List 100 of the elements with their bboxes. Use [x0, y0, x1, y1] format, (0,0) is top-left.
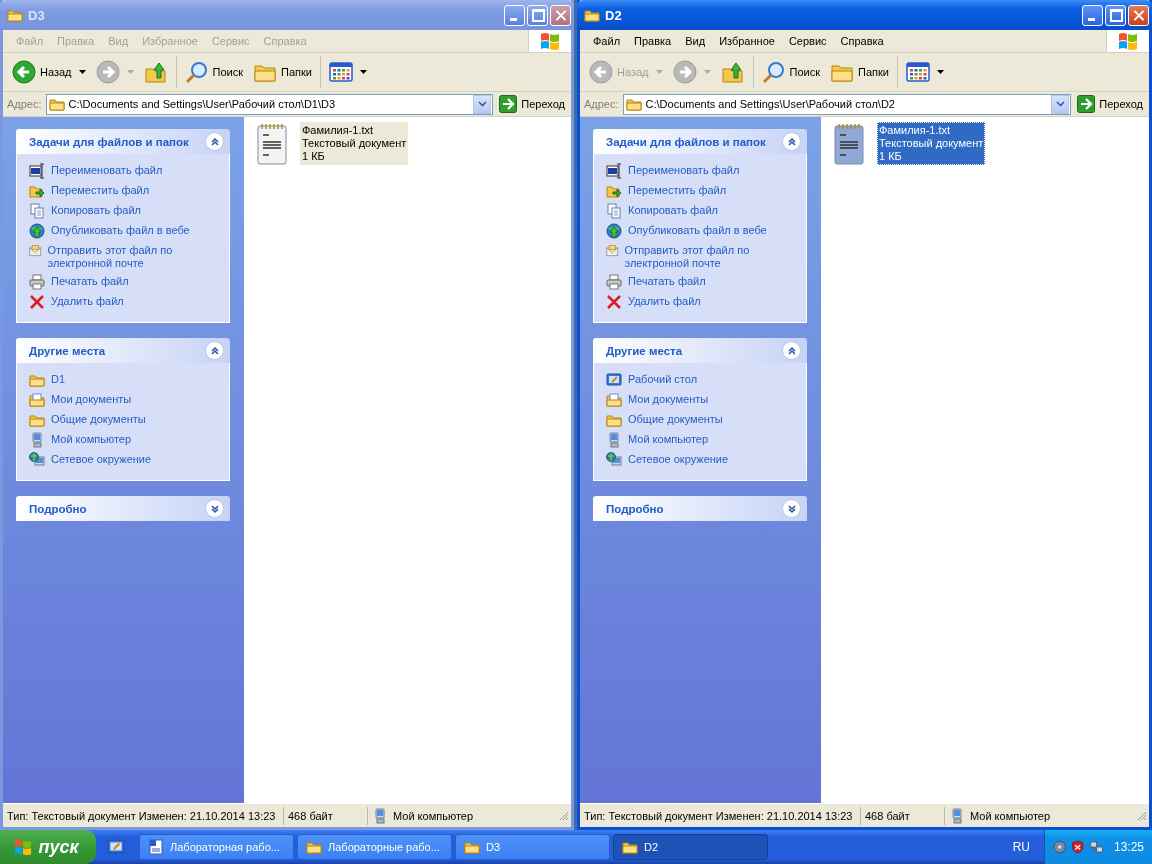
- flag-icon: [539, 31, 561, 51]
- task-link[interactable]: Переименовать файл: [628, 163, 740, 177]
- panel-header[interactable]: Задачи для файлов и папок: [593, 129, 807, 154]
- caret-icon: [78, 70, 86, 74]
- task-link[interactable]: Сетевое окружение: [51, 452, 152, 466]
- task-link[interactable]: Печатать файл: [628, 274, 706, 288]
- menu-item[interactable]: Вид: [678, 33, 713, 49]
- folder-icon: [306, 839, 322, 855]
- network-icon: [1089, 839, 1103, 855]
- pages-icon: [29, 203, 45, 219]
- printer-icon: [606, 274, 622, 290]
- task-link[interactable]: Общие документы: [51, 412, 146, 426]
- task-link[interactable]: Переместить файл: [51, 183, 150, 197]
- caret-icon: [655, 70, 663, 74]
- folder-icon: [48, 96, 65, 112]
- collapse-button[interactable]: [782, 132, 801, 151]
- task-link[interactable]: Копировать файл: [51, 203, 141, 217]
- computer-icon: [29, 432, 45, 448]
- window-title: D2: [605, 7, 622, 23]
- folder-icon: [584, 7, 600, 23]
- task-link[interactable]: Мои документы: [51, 392, 132, 406]
- pages-icon: [606, 203, 622, 219]
- envelope-icon: [606, 243, 619, 259]
- menu-item[interactable]: Избранное: [712, 33, 782, 49]
- dropdown-button[interactable]: [473, 94, 492, 114]
- caret-icon: [936, 70, 944, 74]
- folder-icon: [622, 839, 638, 855]
- folder-up-arrow-icon: [720, 60, 745, 84]
- text-file-icon: [256, 122, 290, 166]
- panel-header[interactable]: Подробно: [593, 496, 807, 521]
- task-link[interactable]: Мой компьютер: [51, 432, 132, 446]
- expand-button[interactable]: [205, 499, 224, 518]
- dropdown-button[interactable]: [1051, 94, 1070, 114]
- resize-grip-icon: [1137, 810, 1147, 821]
- right-arrow-icon: [499, 95, 518, 113]
- screen-icon: [29, 163, 45, 179]
- computer-icon: [949, 807, 965, 824]
- expand-button[interactable]: [782, 499, 801, 518]
- menu-item[interactable]: Правка: [627, 33, 679, 49]
- chevron-down-icon: [477, 101, 487, 107]
- task-link[interactable]: D1: [51, 372, 66, 386]
- go-button[interactable]: Переход: [1075, 95, 1145, 113]
- document-folder-icon: [29, 392, 45, 408]
- folder-arrow-icon: [606, 183, 622, 199]
- task-link[interactable]: Рабочий стол: [628, 372, 698, 386]
- printer-icon: [29, 274, 45, 290]
- start-button[interactable]: пуск: [0, 830, 96, 864]
- close-button[interactable]: [1128, 4, 1149, 26]
- task-link[interactable]: Опубликовать файл в вебе: [628, 223, 767, 237]
- task-link[interactable]: Общие документы: [628, 412, 723, 426]
- task-link[interactable]: Мой компьютер: [628, 432, 709, 446]
- taskbar-button[interactable]: Лабораторная рабо...: [139, 834, 294, 860]
- task-link[interactable]: Отправить этот файл по электронной почте: [624, 243, 800, 270]
- task-link[interactable]: Опубликовать файл в вебе: [51, 223, 190, 237]
- folders-button[interactable]: Папки: [825, 56, 898, 88]
- status-text: Мой компьютер: [393, 809, 474, 822]
- task-link[interactable]: Удалить файл: [628, 294, 701, 308]
- task-link[interactable]: Переместить файл: [628, 183, 727, 197]
- task-link[interactable]: Сетевое окружение: [628, 452, 729, 466]
- task-link[interactable]: Переименовать файл: [51, 163, 163, 177]
- globe-computer-icon: [29, 452, 45, 468]
- minimize-button[interactable]: [1082, 4, 1103, 26]
- file-label[interactable]: Фамилия-1.txt Текстовый документ 1 КБ: [877, 122, 986, 165]
- cross-icon: [606, 294, 622, 310]
- status-text: Тип: Текстовый документ Изменен: 21.10.2014 13:23: [580, 806, 861, 825]
- chevron-down-icon: [1055, 101, 1065, 107]
- taskbar-button[interactable]: D3: [455, 834, 610, 860]
- collapse-button[interactable]: [205, 132, 224, 151]
- task-link[interactable]: Печатать файл: [51, 274, 129, 288]
- globe-computer-icon: [606, 452, 622, 468]
- task-link[interactable]: Отправить этот файл по электронной почте: [47, 243, 223, 270]
- collapse-button[interactable]: [782, 341, 801, 360]
- search-button[interactable]: Поиск: [756, 56, 825, 88]
- task-link[interactable]: Мои документы: [628, 392, 709, 406]
- globe-arrow-icon: [606, 223, 622, 239]
- menu-item[interactable]: Файл: [586, 33, 628, 49]
- folder-icon: [464, 839, 480, 855]
- taskbar-button[interactable]: Лабораторные рабо...: [297, 834, 452, 860]
- status-text: Тип: Текстовый документ Изменен: 21.10.2014 13:23: [3, 806, 284, 825]
- view-grid-icon: [328, 60, 353, 84]
- task-link[interactable]: Удалить файл: [51, 294, 124, 308]
- taskbar-button[interactable]: D2: [613, 834, 768, 860]
- status-text: 468 байт: [861, 806, 945, 825]
- language-indicator[interactable]: RU: [998, 840, 1044, 854]
- panel-header[interactable]: Другие места: [593, 338, 807, 363]
- folder-icon: [625, 96, 642, 112]
- disc-icon: [1053, 839, 1067, 855]
- address-label: Адрес:: [584, 98, 619, 110]
- view-grid-icon: [905, 60, 930, 84]
- address-field[interactable]: C:\Documents and Settings\User\Рабочий стол\D2: [622, 93, 1072, 115]
- task-link[interactable]: Копировать файл: [628, 203, 718, 217]
- envelope-icon: [29, 243, 42, 259]
- caret-icon: [126, 70, 134, 74]
- window-title: D3: [28, 7, 45, 23]
- flag-icon: [13, 838, 34, 856]
- menu-item[interactable]: Сервис: [781, 33, 834, 49]
- menu-item[interactable]: Справка: [833, 33, 891, 49]
- chevron-down-icon: [208, 502, 221, 515]
- collapse-button[interactable]: [205, 341, 224, 360]
- maximize-button[interactable]: [1105, 4, 1126, 26]
